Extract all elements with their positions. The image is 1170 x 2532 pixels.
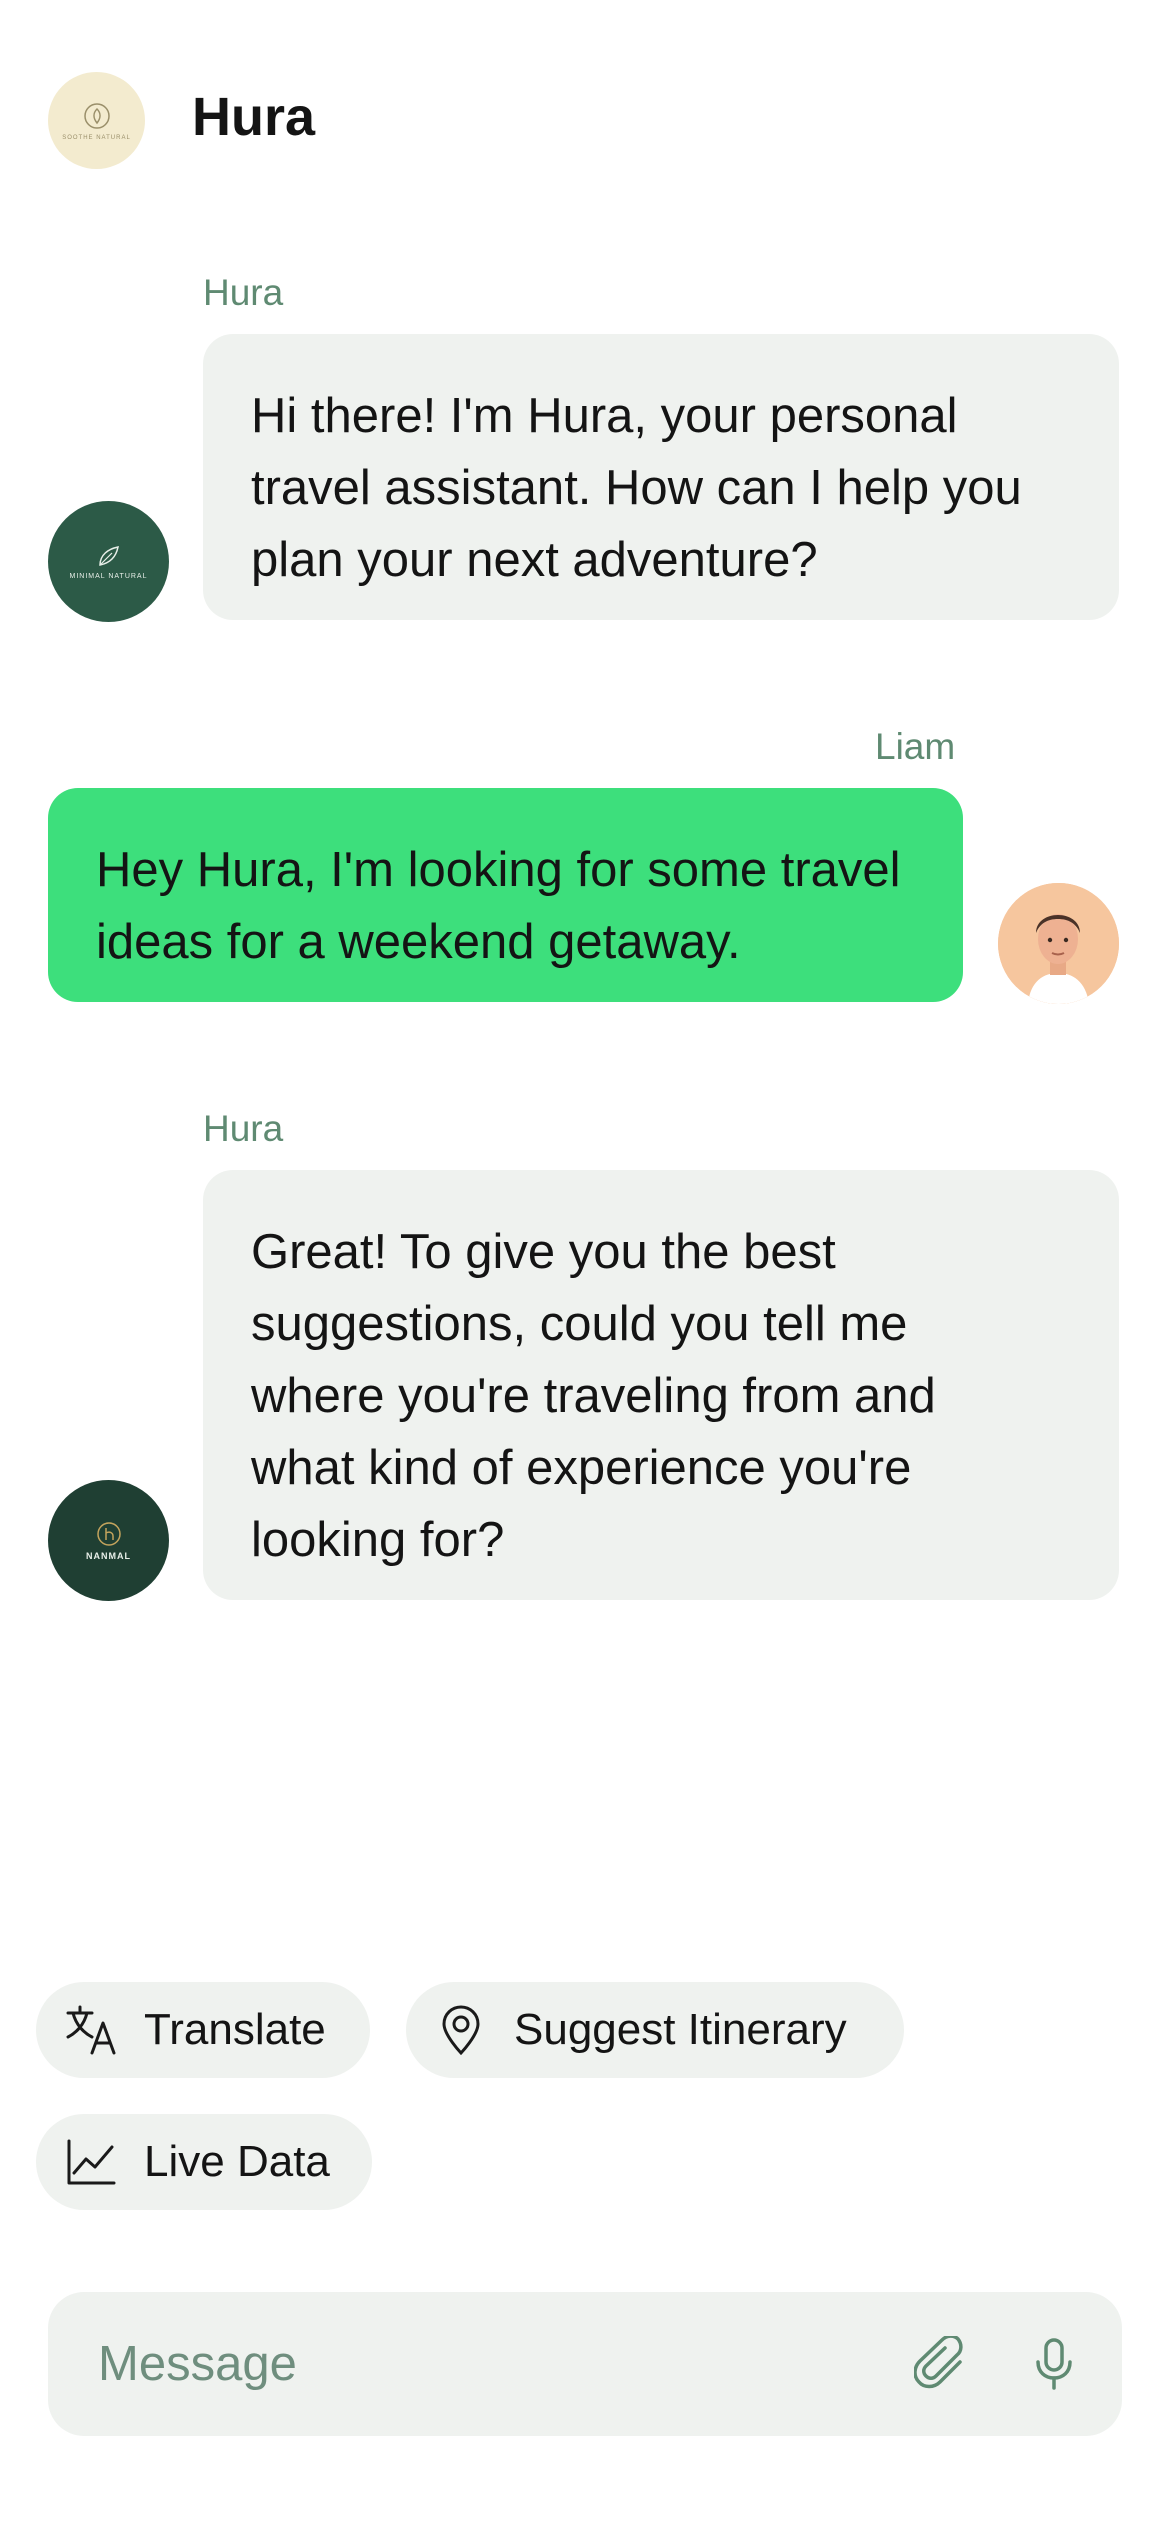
leaf-logo-icon <box>83 102 110 129</box>
translate-icon <box>66 2005 116 2055</box>
bot-message-bubble: Hi there! I'm Hura, your personal travel… <box>203 334 1119 620</box>
microphone-icon[interactable] <box>1026 2336 1082 2392</box>
message-sender: Hura <box>203 1108 284 1149</box>
bot-avatar[interactable]: MINIMAL NATURAL <box>48 501 169 622</box>
leaf-logo-icon <box>98 546 119 566</box>
message-sender: Liam <box>875 726 956 767</box>
bot-avatar[interactable]: NANMAL <box>48 1480 169 1601</box>
header-avatar-text: SOOTHE NATURAL <box>62 134 131 141</box>
page-title: Hura <box>192 87 316 147</box>
map-pin-icon <box>442 2005 480 2056</box>
bot-avatar-text: MINIMAL NATURAL <box>69 573 148 580</box>
header-avatar[interactable]: SOOTHE NATURAL <box>48 72 145 169</box>
user-message-bubble: Hey Hura, I'm looking for some travel id… <box>48 788 963 1002</box>
person-portrait-icon <box>998 883 1119 1004</box>
monogram-logo-icon <box>96 1521 121 1546</box>
chip-label: Translate <box>144 2005 326 2054</box>
suggest-itinerary-chip[interactable]: Suggest Itinerary <box>406 1982 904 2078</box>
translate-chip[interactable]: Translate <box>36 1982 370 2078</box>
chip-label: Suggest Itinerary <box>514 2005 847 2054</box>
paperclip-icon[interactable] <box>914 2336 970 2392</box>
line-chart-icon <box>67 2139 116 2185</box>
bot-message-bubble: Great! To give you the best suggestions,… <box>203 1170 1119 1600</box>
live-data-chip[interactable]: Live Data <box>36 2114 372 2210</box>
message-input[interactable] <box>96 2330 900 2398</box>
user-avatar[interactable] <box>998 883 1119 1004</box>
chip-label: Live Data <box>144 2137 330 2186</box>
bot-avatar-text: NANMAL <box>86 1550 131 1561</box>
message-composer <box>48 2292 1122 2436</box>
message-sender: Hura <box>203 272 284 313</box>
